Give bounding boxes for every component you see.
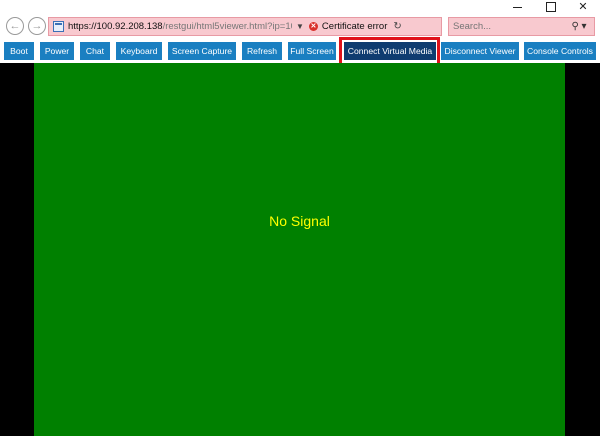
console-controls-button[interactable]: Console Controls [524, 42, 596, 60]
forward-arrow-icon[interactable]: → [28, 17, 46, 35]
refresh-icon[interactable]: ↻ [393, 21, 401, 32]
url-path: /restgui/html5viewer.html?ip=100.92.208.… [162, 21, 292, 32]
connect-virtual-media-button[interactable]: Connect Virtual Media [344, 42, 436, 60]
no-signal-message: No Signal [269, 213, 330, 229]
disconnect-viewer-button[interactable]: Disconnect Viewer [441, 42, 519, 60]
url-text[interactable]: https://100.92.208.138/restgui/html5view… [68, 21, 292, 32]
minimize-icon[interactable] [500, 0, 534, 14]
refresh-button[interactable]: Refresh [242, 42, 282, 60]
boot-button[interactable]: Boot [4, 42, 34, 60]
remote-screen[interactable]: No Signal [34, 63, 565, 436]
close-icon[interactable]: ✕ [566, 0, 600, 14]
navigation-bar: ← → https://100.92.208.138/restgui/html5… [0, 14, 600, 40]
back-arrow-icon[interactable]: ← [6, 17, 24, 35]
power-button[interactable]: Power [40, 42, 74, 60]
certificate-error-icon[interactable]: ✕ [308, 22, 318, 31]
search-icon[interactable]: ⚲ ▾ [568, 19, 590, 33]
browser-window: ✕ ← → https://100.92.208.138/restgui/htm… [0, 0, 600, 436]
chat-button[interactable]: Chat [80, 42, 110, 60]
keyboard-button[interactable]: Keyboard [116, 42, 162, 60]
kvm-toolbar: Boot Power Chat Keyboard Screen Capture … [0, 40, 600, 62]
screen-capture-button[interactable]: Screen Capture [168, 42, 236, 60]
url-host: https://100.92.208.138 [68, 21, 163, 32]
kvm-viewer[interactable]: No Signal [0, 63, 600, 436]
certificate-error-label[interactable]: Certificate error [322, 21, 387, 32]
title-bar: ✕ [0, 0, 600, 14]
address-bar[interactable]: https://100.92.208.138/restgui/html5view… [48, 17, 442, 36]
full-screen-button[interactable]: Full Screen [288, 42, 336, 60]
chevron-down-icon[interactable]: ▼ [296, 22, 304, 31]
page-icon [53, 21, 64, 32]
maximize-icon[interactable] [534, 0, 568, 14]
